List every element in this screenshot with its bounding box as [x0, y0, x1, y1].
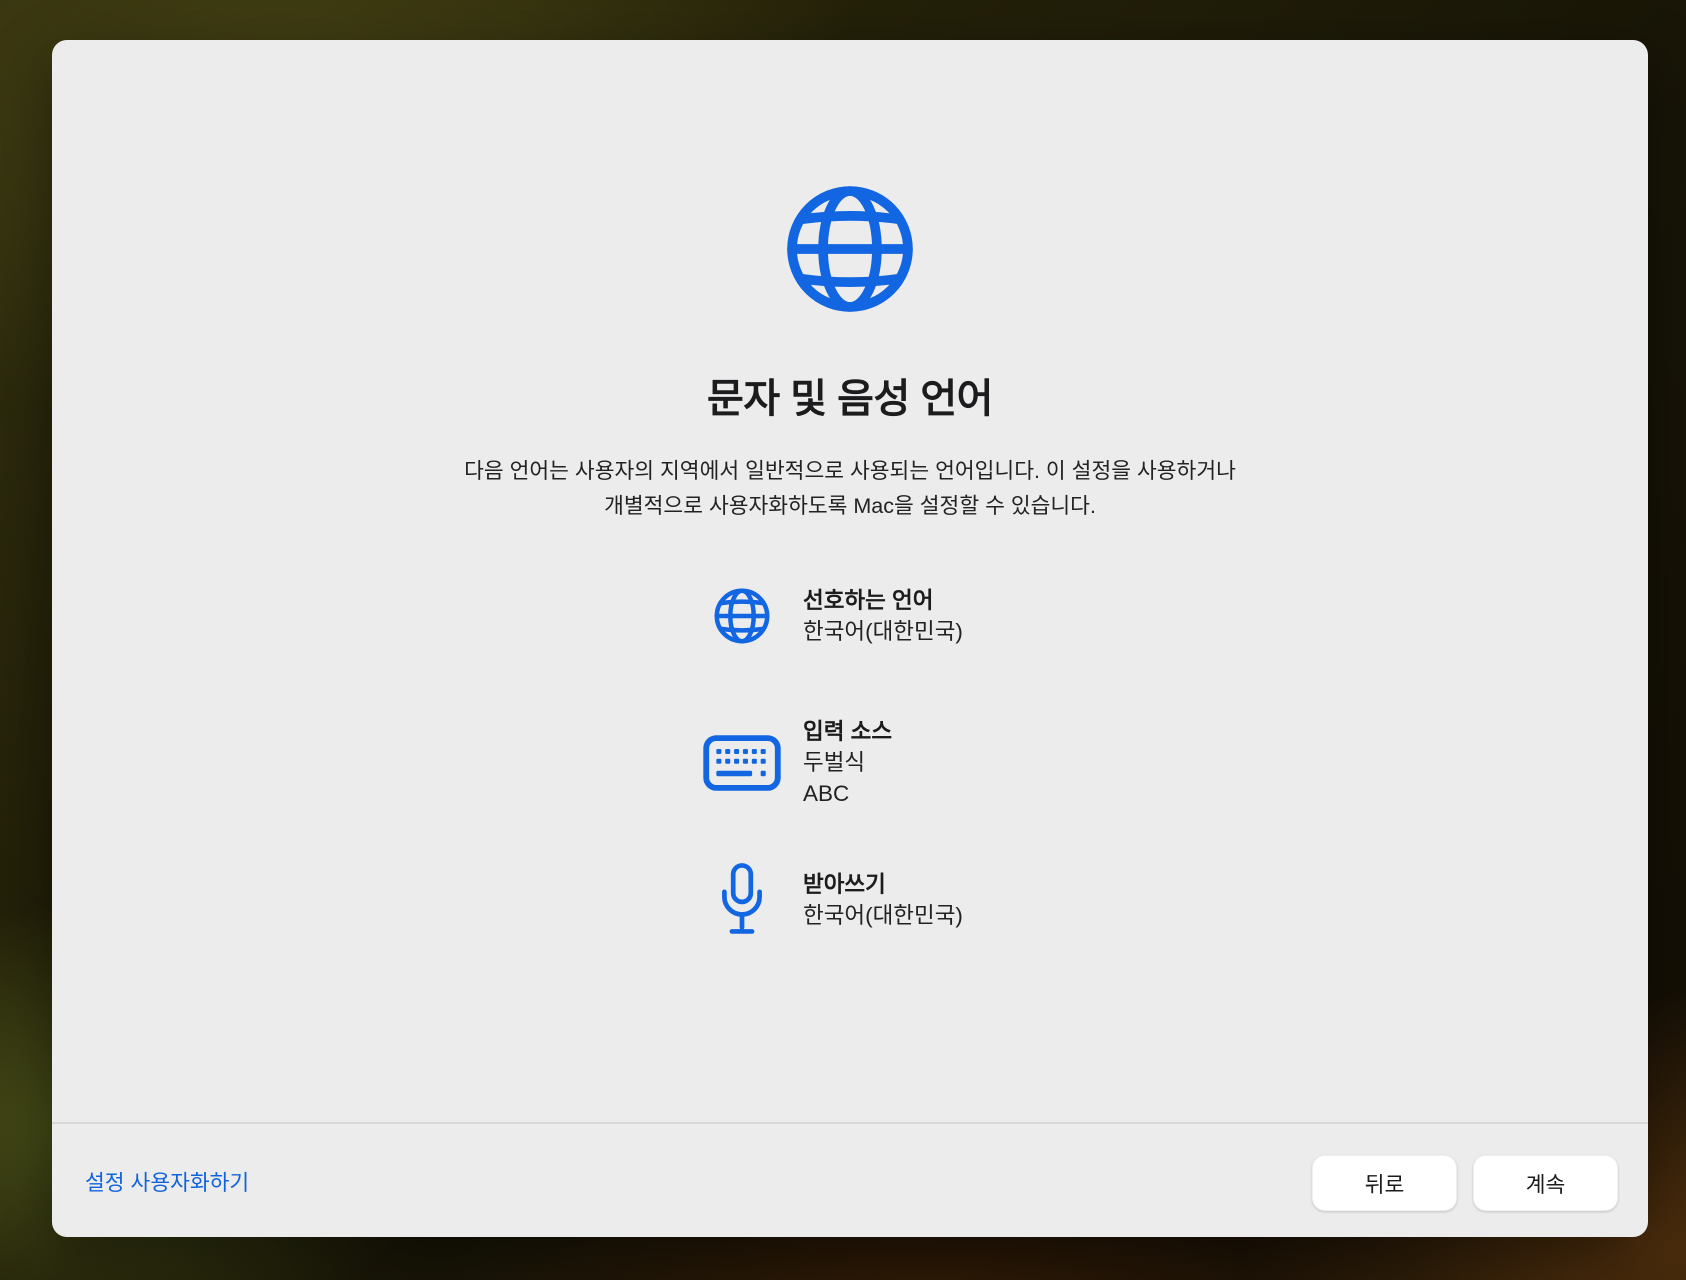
- item-label: 입력 소스: [803, 716, 892, 747]
- keyboard-icon: [700, 735, 784, 791]
- item-value: 한국어(대한민국): [803, 616, 963, 647]
- item-label: 받아쓰기: [803, 869, 963, 900]
- back-button[interactable]: 뒤로: [1312, 1155, 1457, 1211]
- page-description-line2: 개별적으로 사용자화하도록 Mac을 설정할 수 있습니다.: [52, 489, 1648, 524]
- continue-button[interactable]: 계속: [1473, 1155, 1618, 1211]
- item-label: 선호하는 언어: [803, 585, 963, 616]
- list-item-text: 받아쓰기 한국어(대한민국): [784, 869, 963, 931]
- item-value: 두벌식: [803, 747, 892, 778]
- list-item-text: 선호하는 언어 한국어(대한민국): [784, 585, 963, 647]
- microphone-icon: [700, 862, 784, 938]
- desktop-background: { "window": { "header": { "title": "문자 및…: [0, 0, 1686, 1280]
- page-description-line1: 다음 언어는 사용자의 지역에서 일반적으로 사용되는 언어입니다. 이 설정을…: [52, 454, 1648, 489]
- item-value: ABC: [803, 778, 892, 809]
- list-item-input-sources: 입력 소스 두벌식 ABC: [700, 716, 892, 809]
- item-value: 한국어(대한민국): [803, 900, 963, 931]
- list-item-text: 입력 소스 두벌식 ABC: [784, 716, 892, 809]
- globe-hero-icon: [781, 180, 919, 318]
- footer-buttons: 뒤로 계속: [1312, 1155, 1618, 1211]
- customize-settings-link[interactable]: 설정 사용자화하기: [85, 1166, 249, 1197]
- footer-divider: [52, 1122, 1648, 1124]
- globe-icon: [700, 586, 784, 646]
- list-item-dictation: 받아쓰기 한국어(대한민국): [700, 862, 963, 938]
- list-item-preferred-language: 선호하는 언어 한국어(대한민국): [700, 585, 963, 647]
- page-title: 문자 및 음성 언어: [52, 366, 1648, 424]
- setup-assistant-window: 문자 및 음성 언어 다음 언어는 사용자의 지역에서 일반적으로 사용되는 언…: [52, 40, 1648, 1237]
- page-description: 다음 언어는 사용자의 지역에서 일반적으로 사용되는 언어입니다. 이 설정을…: [52, 454, 1648, 524]
